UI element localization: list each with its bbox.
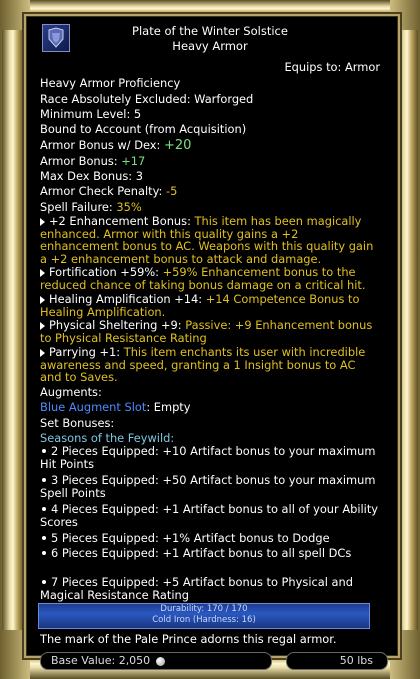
set-bonus-2: 2 Pieces Equipped: +10 Artifact bonus to… [40, 444, 376, 471]
set-bonus-4: 4 Pieces Equipped: +1 Artifact bonus to … [40, 502, 379, 529]
max-dex-line: Max Dex Bonus: 3 [40, 169, 143, 183]
durability-text: Durability: 170 / 170 [160, 604, 248, 614]
expand-arrow-icon [40, 268, 45, 277]
item-subtype: Heavy Armor [172, 39, 248, 53]
weight-text: 50 lbs [339, 654, 373, 667]
expand-arrow-icon [40, 217, 45, 226]
bullet-icon [42, 550, 46, 555]
set-bonuses-label: Set Bonuses: [40, 416, 115, 430]
proficiency-line: Heavy Armor Proficiency [40, 76, 181, 90]
bullet-icon [42, 477, 46, 482]
race-line: Race Absolutely Excluded: Warforged [40, 92, 254, 106]
augments-label: Augments: [40, 385, 102, 399]
check-penalty-line: Armor Check Penalty: -5 [40, 184, 178, 198]
weight-box: 50 lbs [286, 652, 388, 670]
base-value-box: Base Value: 2,050 [40, 652, 272, 670]
set-bonus-7: 7 Pieces Equipped: +5 Artifact bonus to … [40, 575, 353, 602]
expand-arrow-icon [40, 295, 45, 304]
armor-dex-line: Armor Bonus w/ Dex: +20 [40, 138, 192, 153]
set-name: Seasons of the Feywild: [40, 431, 175, 445]
min-level-line: Minimum Level: 5 [40, 107, 142, 121]
effect-healing-amp: Healing Amplification +14: +14 Competenc… [40, 292, 360, 319]
item-name: Plate of the Winter Solstice [132, 24, 288, 38]
equips-to: Equips to: Armor [284, 60, 380, 74]
bullet-icon [42, 506, 46, 511]
bullet-icon [42, 579, 46, 584]
expand-arrow-icon [40, 321, 45, 330]
augment-slot-line: Blue Augment Slot: Empty [40, 400, 191, 414]
armor-bonus-line: Armor Bonus: +17 [40, 154, 146, 168]
tooltip-content: Plate of the Winter Solstice Heavy Armor… [34, 20, 386, 650]
value-weight-bar: Base Value: 2,050 50 lbs [40, 652, 388, 670]
coin-icon [155, 656, 165, 666]
effect-parrying: Parrying +1: This item enchants its user… [40, 345, 366, 385]
spell-failure-line: Spell Failure: 35% [40, 200, 142, 214]
effect-fortification: Fortification +59%: +59% Enhancement bon… [40, 265, 366, 292]
set-bonus-3: 3 Pieces Equipped: +50 Artifact bonus to… [40, 473, 376, 500]
effect-enhancement: +2 Enhancement Bonus: This item has been… [40, 214, 374, 266]
item-title: Plate of the Winter Solstice Heavy Armor [34, 24, 386, 54]
bullet-icon [42, 448, 46, 453]
base-value-text: Base Value: 2,050 [51, 654, 151, 667]
bound-line: Bound to Account (from Acquisition) [40, 122, 247, 136]
material-text: Cold Iron (Hardness: 16) [152, 615, 256, 625]
set-bonus-5: 5 Pieces Equipped: +1% Artifact bonus to… [40, 532, 380, 545]
durability-bar: Durability: 170 / 170 Cold Iron (Hardnes… [38, 603, 370, 629]
effect-physical-sheltering: Physical Sheltering +9: Passive: +9 Enha… [40, 318, 373, 345]
expand-arrow-icon [40, 348, 45, 357]
set-bonus-6: 6 Pieces Equipped: +1 Artifact bonus to … [40, 547, 380, 560]
frame-left-rail [2, 30, 24, 630]
flavor-text: The mark of the Pale Prince adorns this … [40, 632, 337, 646]
bullet-icon [42, 535, 46, 540]
augment-slot[interactable]: Blue Augment Slot [40, 400, 146, 414]
